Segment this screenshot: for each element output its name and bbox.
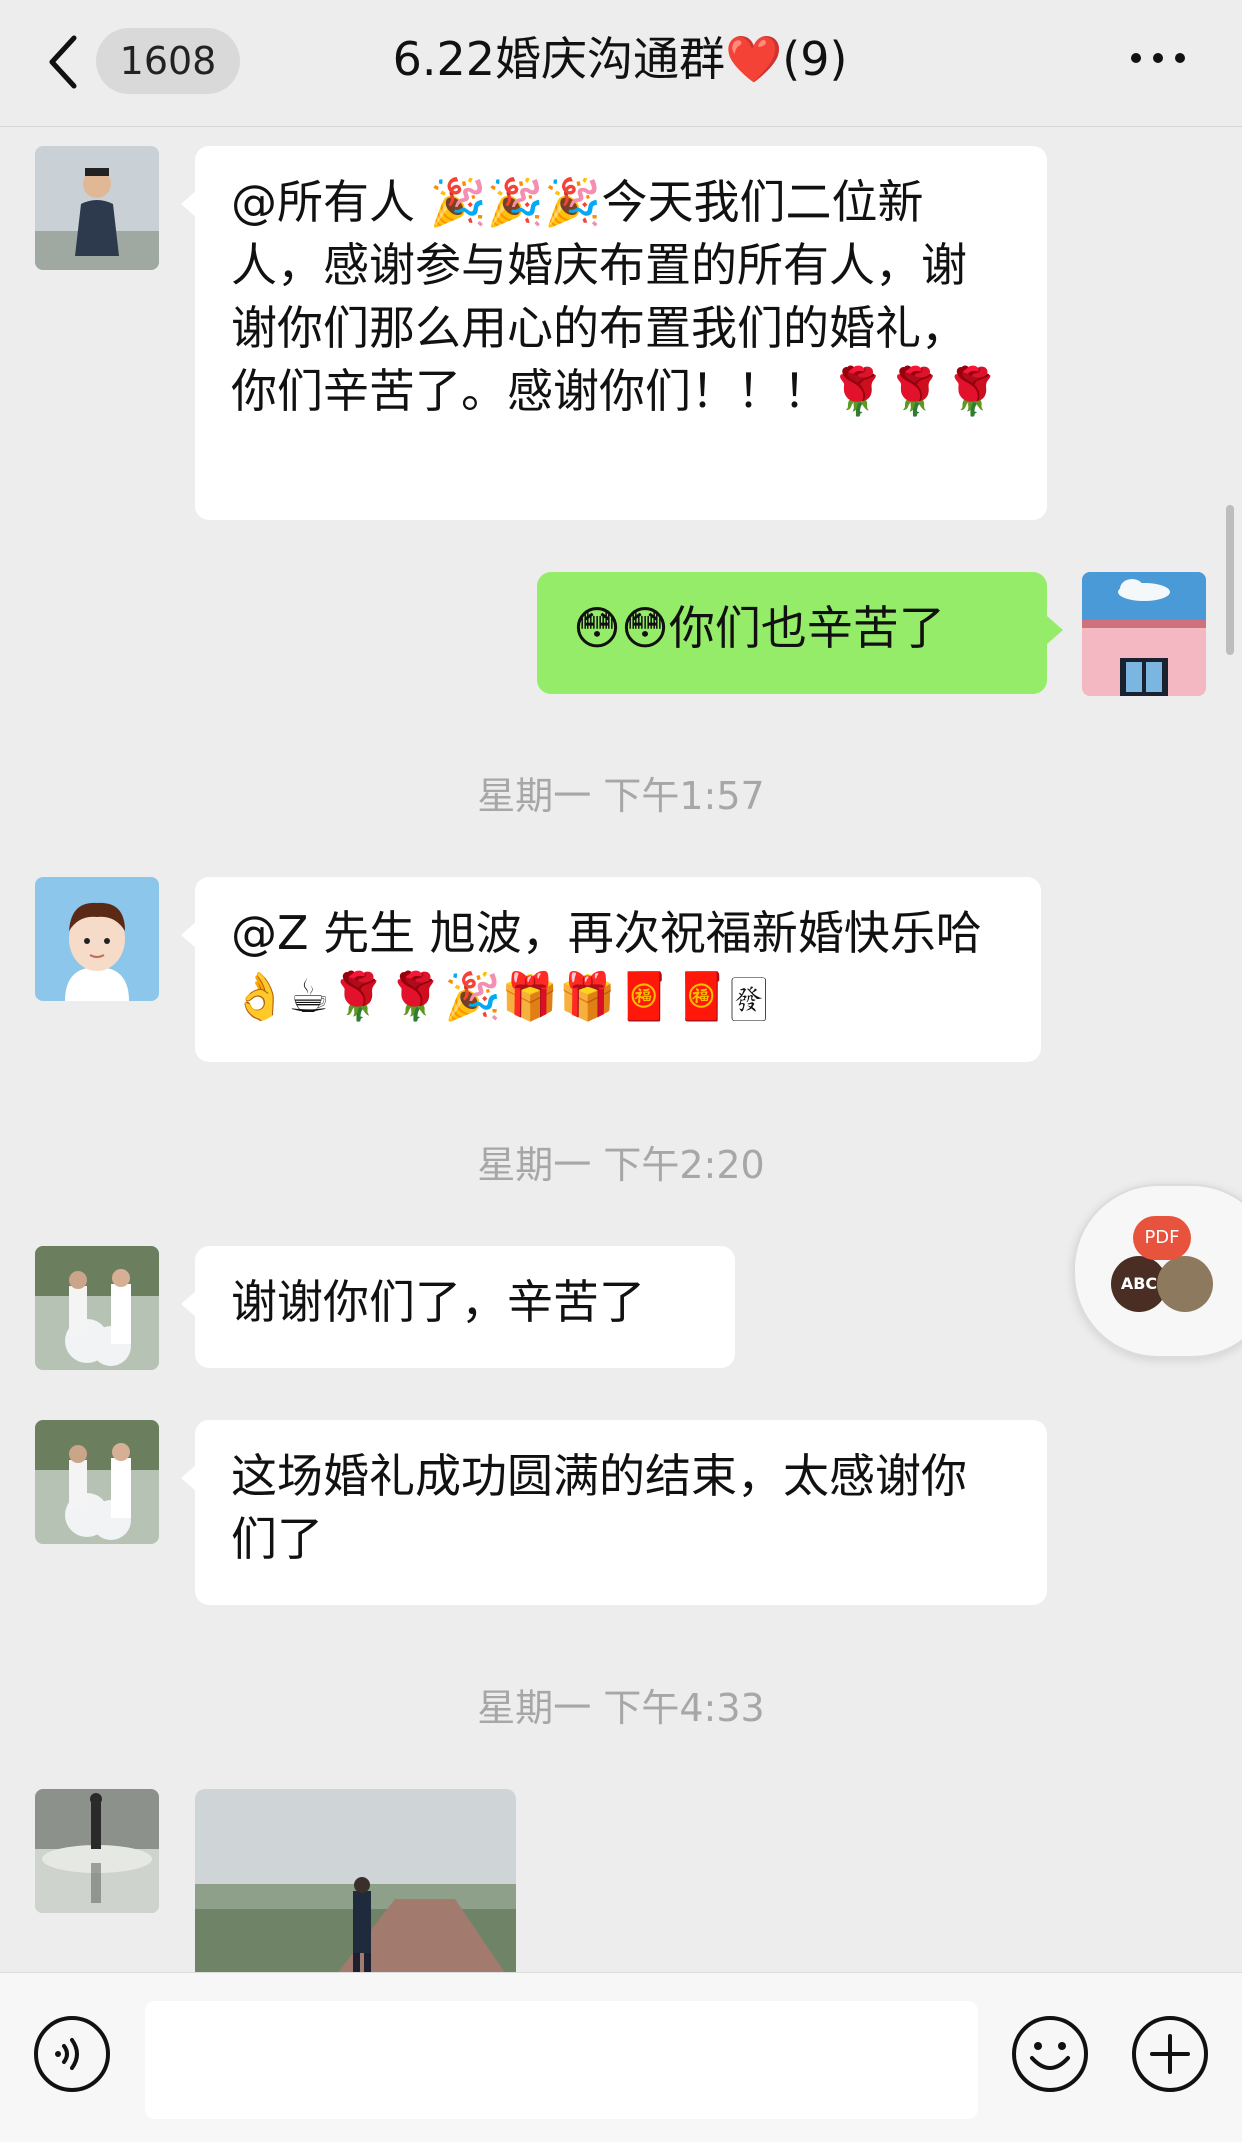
message-input[interactable] xyxy=(145,2001,978,2119)
avatar[interactable] xyxy=(35,1420,159,1544)
timestamp: 星期一 下午2:20 xyxy=(477,1143,765,1187)
message-bubble[interactable]: @Z 先生 旭波，再次祝福新婚快乐哈👌☕🌹🌹🎉🎁🎁🧧🧧🀅 xyxy=(181,877,1041,1062)
avatar[interactable] xyxy=(35,1789,159,1913)
unread-count-badge[interactable]: 1608 xyxy=(96,28,240,94)
input-bar xyxy=(0,1972,1242,2142)
avatar[interactable] xyxy=(35,146,159,270)
timestamp: 星期一 下午4:33 xyxy=(477,1686,765,1730)
chat-title: 6.22婚庆沟通群❤️(9) xyxy=(392,32,848,86)
message-text: 😳😳你们也辛苦了 xyxy=(573,601,945,655)
back-arrow-icon[interactable] xyxy=(44,30,84,94)
voice-input-icon[interactable] xyxy=(32,2014,112,2094)
message-text: @所有人 🎉🎉🎉今天我们二位新人，感谢参与婚庆布置的所有人，谢谢你们那么用心的布… xyxy=(231,175,1001,418)
plus-icon[interactable] xyxy=(1130,2014,1210,2094)
chat-header: 1608 6.22婚庆沟通群❤️(9) xyxy=(0,0,1242,127)
scrollbar[interactable] xyxy=(1226,505,1234,655)
floating-file-window[interactable]: ABC PDF xyxy=(1073,1184,1242,1358)
timestamp: 星期一 下午1:57 xyxy=(477,774,765,818)
avatar[interactable] xyxy=(35,877,159,1001)
message-text: 谢谢你们了，辛苦了 xyxy=(231,1275,645,1329)
pdf-icon: PDF xyxy=(1133,1216,1191,1260)
message-bubble[interactable]: 谢谢你们了，辛苦了 xyxy=(181,1246,735,1368)
image-message[interactable] xyxy=(195,1789,516,1972)
message-bubble[interactable]: 这场婚礼成功圆满的结束，太感谢你们了 xyxy=(181,1420,1047,1605)
message-list[interactable]: @所有人 🎉🎉🎉今天我们二位新人，感谢参与婚庆布置的所有人，谢谢你们那么用心的布… xyxy=(0,127,1242,1972)
my-avatar[interactable] xyxy=(1082,572,1206,696)
image-thumb-icon xyxy=(1157,1256,1213,1312)
more-icon[interactable] xyxy=(1128,48,1188,68)
message-bubble[interactable]: @所有人 🎉🎉🎉今天我们二位新人，感谢参与婚庆布置的所有人，谢谢你们那么用心的布… xyxy=(181,146,1047,520)
message-text: @Z 先生 旭波，再次祝福新婚快乐哈👌☕🌹🌹🎉🎁🎁🧧🧧🀅 xyxy=(231,906,982,1023)
message-text: 这场婚礼成功圆满的结束，太感谢你们了 xyxy=(231,1449,967,1566)
emoji-icon[interactable] xyxy=(1010,2014,1090,2094)
my-message-bubble[interactable]: 😳😳你们也辛苦了 xyxy=(537,572,1063,694)
avatar[interactable] xyxy=(35,1246,159,1370)
